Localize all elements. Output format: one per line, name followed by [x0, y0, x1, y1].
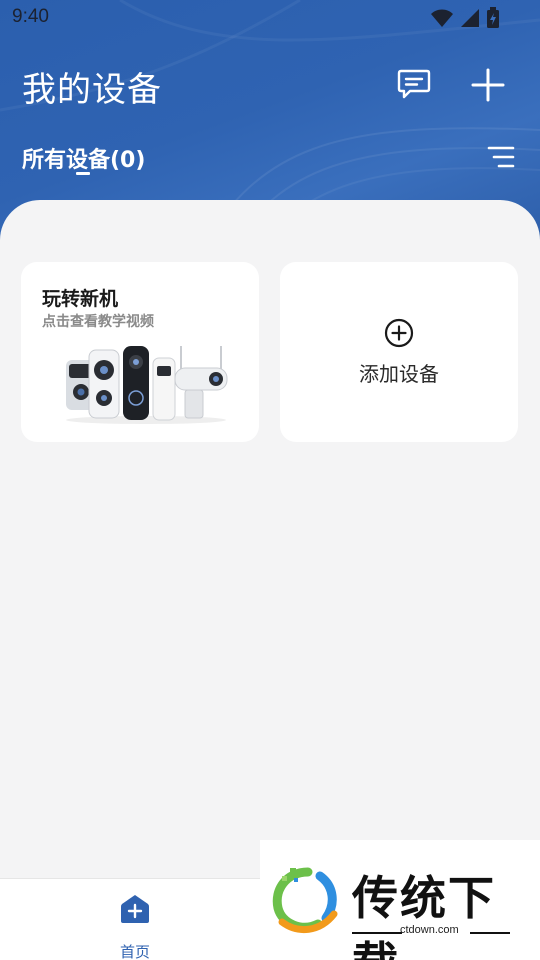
filter-tab-indicator — [76, 172, 90, 175]
plus-icon — [471, 68, 505, 102]
status-icons — [430, 7, 500, 29]
watermark-text: 传统下载 — [352, 871, 496, 960]
tutorial-card-title: 玩转新机 — [42, 288, 119, 310]
nav-item-home[interactable]: 首页 — [104, 891, 166, 960]
status-bar: 9:40 — [0, 0, 540, 36]
add-device-card[interactable]: 添加设备 — [280, 262, 518, 442]
sort-lines-icon — [487, 146, 515, 168]
message-button[interactable] — [396, 67, 432, 101]
message-icon — [397, 69, 431, 99]
camera-products-image — [66, 346, 228, 424]
add-device-header-button[interactable] — [470, 67, 506, 103]
device-list-area: 玩转新机 点击查看教学视频 添加设备 — [0, 200, 540, 880]
nav-item-home-label: 首页 — [119, 943, 150, 960]
device-filter-tab[interactable]: 所有设备(0) — [22, 142, 145, 174]
home-icon — [121, 895, 149, 923]
add-device-label: 添加设备 — [359, 362, 439, 386]
status-time: 9:40 — [12, 6, 49, 27]
battery-charging-icon — [487, 7, 499, 28]
wifi-icon — [431, 9, 453, 27]
page-title: 我的设备 — [22, 70, 162, 110]
sort-button[interactable] — [486, 144, 516, 170]
plus-circle-icon — [384, 318, 414, 348]
watermark-url: ctdown.com — [400, 924, 459, 936]
tutorial-card[interactable]: 玩转新机 点击查看教学视频 — [21, 262, 259, 442]
site-watermark: 传统下载 ctdown.com — [260, 840, 540, 960]
tutorial-card-subtitle: 点击查看教学视频 — [42, 314, 154, 330]
signal-icon — [461, 9, 479, 27]
